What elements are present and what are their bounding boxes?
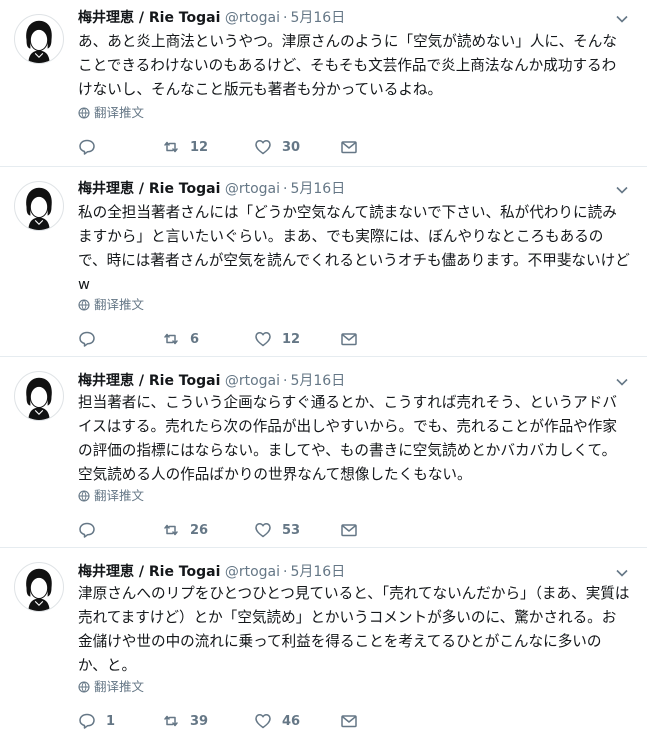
reply-icon (79, 331, 95, 347)
tweet-header: 梅井理恵 / Rie Togai @rtogai · 5月16日 (78, 371, 345, 391)
separator-dot: · (283, 564, 288, 580)
reply-button[interactable]: 1 (78, 711, 115, 731)
retweet-button[interactable]: 39 (162, 711, 208, 731)
avatar-illustration-icon (26, 377, 52, 420)
tweet-date[interactable]: 5月16日 (290, 564, 345, 580)
tweet-date[interactable]: 5月16日 (290, 181, 345, 197)
globe-icon (78, 107, 90, 119)
tweet-text: 津原さんへのリプをひとつひとつ見ていると、「売れてないんだから」（まあ、実質は売… (78, 585, 630, 674)
tweet-actions: 26 53 (78, 520, 478, 540)
tweet-actions: 12 30 (78, 137, 478, 157)
translate-tweet-link[interactable]: 翻译推文 (78, 297, 144, 313)
envelope-icon (341, 333, 357, 346)
reply-icon (79, 139, 95, 155)
like-count: 12 (282, 331, 301, 347)
reply-icon (79, 522, 95, 538)
tweet-header: 梅井理恵 / Rie Togai @rtogai · 5月16日 (78, 179, 345, 199)
avatar-illustration-icon (26, 187, 52, 230)
retweet-button[interactable]: 26 (162, 520, 208, 540)
avatar[interactable] (14, 562, 64, 612)
translate-tweet-link[interactable]: 翻译推文 (78, 679, 144, 695)
reply-count: 1 (106, 713, 116, 729)
tweet-actions: 1 39 46 (78, 711, 478, 731)
separator-dot: · (283, 373, 288, 389)
retweet-icon (164, 141, 178, 153)
like-button[interactable]: 53 (254, 520, 300, 540)
tweet-header: 梅井理恵 / Rie Togai @rtogai · 5月16日 (78, 8, 345, 28)
like-count: 30 (282, 139, 301, 155)
chevron-down-icon[interactable] (615, 183, 629, 197)
separator-dot: · (283, 10, 288, 26)
translate-label: 翻译推文 (94, 297, 145, 312)
globe-icon (78, 681, 90, 693)
reply-button[interactable] (78, 329, 106, 349)
tweet-text: 担当著者に、こういう企画ならすぐ通るとか、こうすれば売れそう、というアドバイスは… (78, 394, 617, 483)
envelope-icon (341, 524, 357, 537)
translate-label: 翻译推文 (94, 105, 145, 120)
author-name[interactable]: 梅井理恵 / Rie Togai (78, 373, 220, 389)
envelope-icon (341, 715, 357, 728)
tweet-date[interactable]: 5月16日 (290, 10, 345, 26)
tweet[interactable]: 梅井理恵 / Rie Togai @rtogai · 5月16日 担当著者に、こうい… (0, 357, 647, 546)
retweet-count: 6 (190, 331, 200, 347)
tweet[interactable]: 梅井理恵 / Rie Togai @rtogai · 5月16日 私の全担当著者さん… (0, 167, 647, 356)
heart-icon (255, 332, 271, 347)
retweet-button[interactable]: 12 (162, 137, 208, 157)
reply-button[interactable] (78, 137, 106, 157)
translate-tweet-link[interactable]: 翻译推文 (78, 488, 144, 504)
direct-message-button[interactable] (340, 137, 368, 157)
translate-label: 翻译推文 (94, 679, 145, 694)
reply-button[interactable] (78, 520, 106, 540)
translate-label: 翻译推文 (94, 488, 145, 503)
retweet-count: 39 (190, 713, 209, 729)
like-count: 53 (282, 522, 301, 538)
author-handle[interactable]: @rtogai (225, 373, 280, 389)
globe-icon (78, 490, 90, 502)
chevron-down-icon[interactable] (615, 566, 629, 580)
tweet-actions: 6 12 (78, 329, 478, 349)
retweet-count: 26 (190, 522, 209, 538)
like-count: 46 (282, 713, 301, 729)
tweet-header: 梅井理恵 / Rie Togai @rtogai · 5月16日 (78, 562, 345, 582)
avatar-illustration-icon (26, 568, 52, 611)
tweet-date[interactable]: 5月16日 (290, 373, 345, 389)
author-name[interactable]: 梅井理恵 / Rie Togai (78, 564, 220, 580)
retweet-icon (164, 715, 178, 727)
author-name[interactable]: 梅井理恵 / Rie Togai (78, 10, 220, 26)
like-button[interactable]: 46 (254, 711, 300, 731)
author-handle[interactable]: @rtogai (225, 10, 280, 26)
envelope-icon (341, 141, 357, 154)
direct-message-button[interactable] (340, 711, 368, 731)
reply-icon (79, 713, 95, 729)
direct-message-button[interactable] (340, 520, 368, 540)
translate-tweet-link[interactable]: 翻译推文 (78, 105, 144, 121)
separator-dot: · (283, 181, 288, 197)
heart-icon (255, 140, 271, 155)
heart-icon (255, 714, 271, 729)
like-button[interactable]: 30 (254, 137, 300, 157)
like-button[interactable]: 12 (254, 329, 300, 349)
globe-icon (78, 299, 90, 311)
tweet[interactable]: 梅井理恵 / Rie Togai @rtogai · 5月16日 あ、あと炎上商法と… (0, 0, 647, 166)
author-handle[interactable]: @rtogai (225, 564, 280, 580)
avatar[interactable] (14, 181, 64, 231)
tweet[interactable]: 梅井理恵 / Rie Togai @rtogai · 5月16日 津原さんへのリプを… (0, 548, 647, 737)
author-name[interactable]: 梅井理恵 / Rie Togai (78, 181, 220, 197)
avatar[interactable] (14, 14, 64, 64)
avatar[interactable] (14, 371, 64, 421)
author-handle[interactable]: @rtogai (225, 181, 280, 197)
direct-message-button[interactable] (340, 329, 368, 349)
retweet-button[interactable]: 6 (162, 329, 199, 349)
avatar-illustration-icon (26, 20, 52, 63)
retweet-icon (164, 524, 178, 536)
tweet-text: あ、あと炎上商法というやつ。津原さんのように「空気が読めない」人に、そんなことで… (78, 33, 617, 98)
retweet-count: 12 (190, 139, 209, 155)
chevron-down-icon[interactable] (615, 375, 629, 389)
tweet-text: 私の全担当著者さんには「どうか空気なんて読まないで下さい、私が代わりに読みますか… (78, 204, 630, 293)
retweet-icon (164, 333, 178, 345)
heart-icon (255, 523, 271, 538)
chevron-down-icon[interactable] (615, 12, 629, 26)
